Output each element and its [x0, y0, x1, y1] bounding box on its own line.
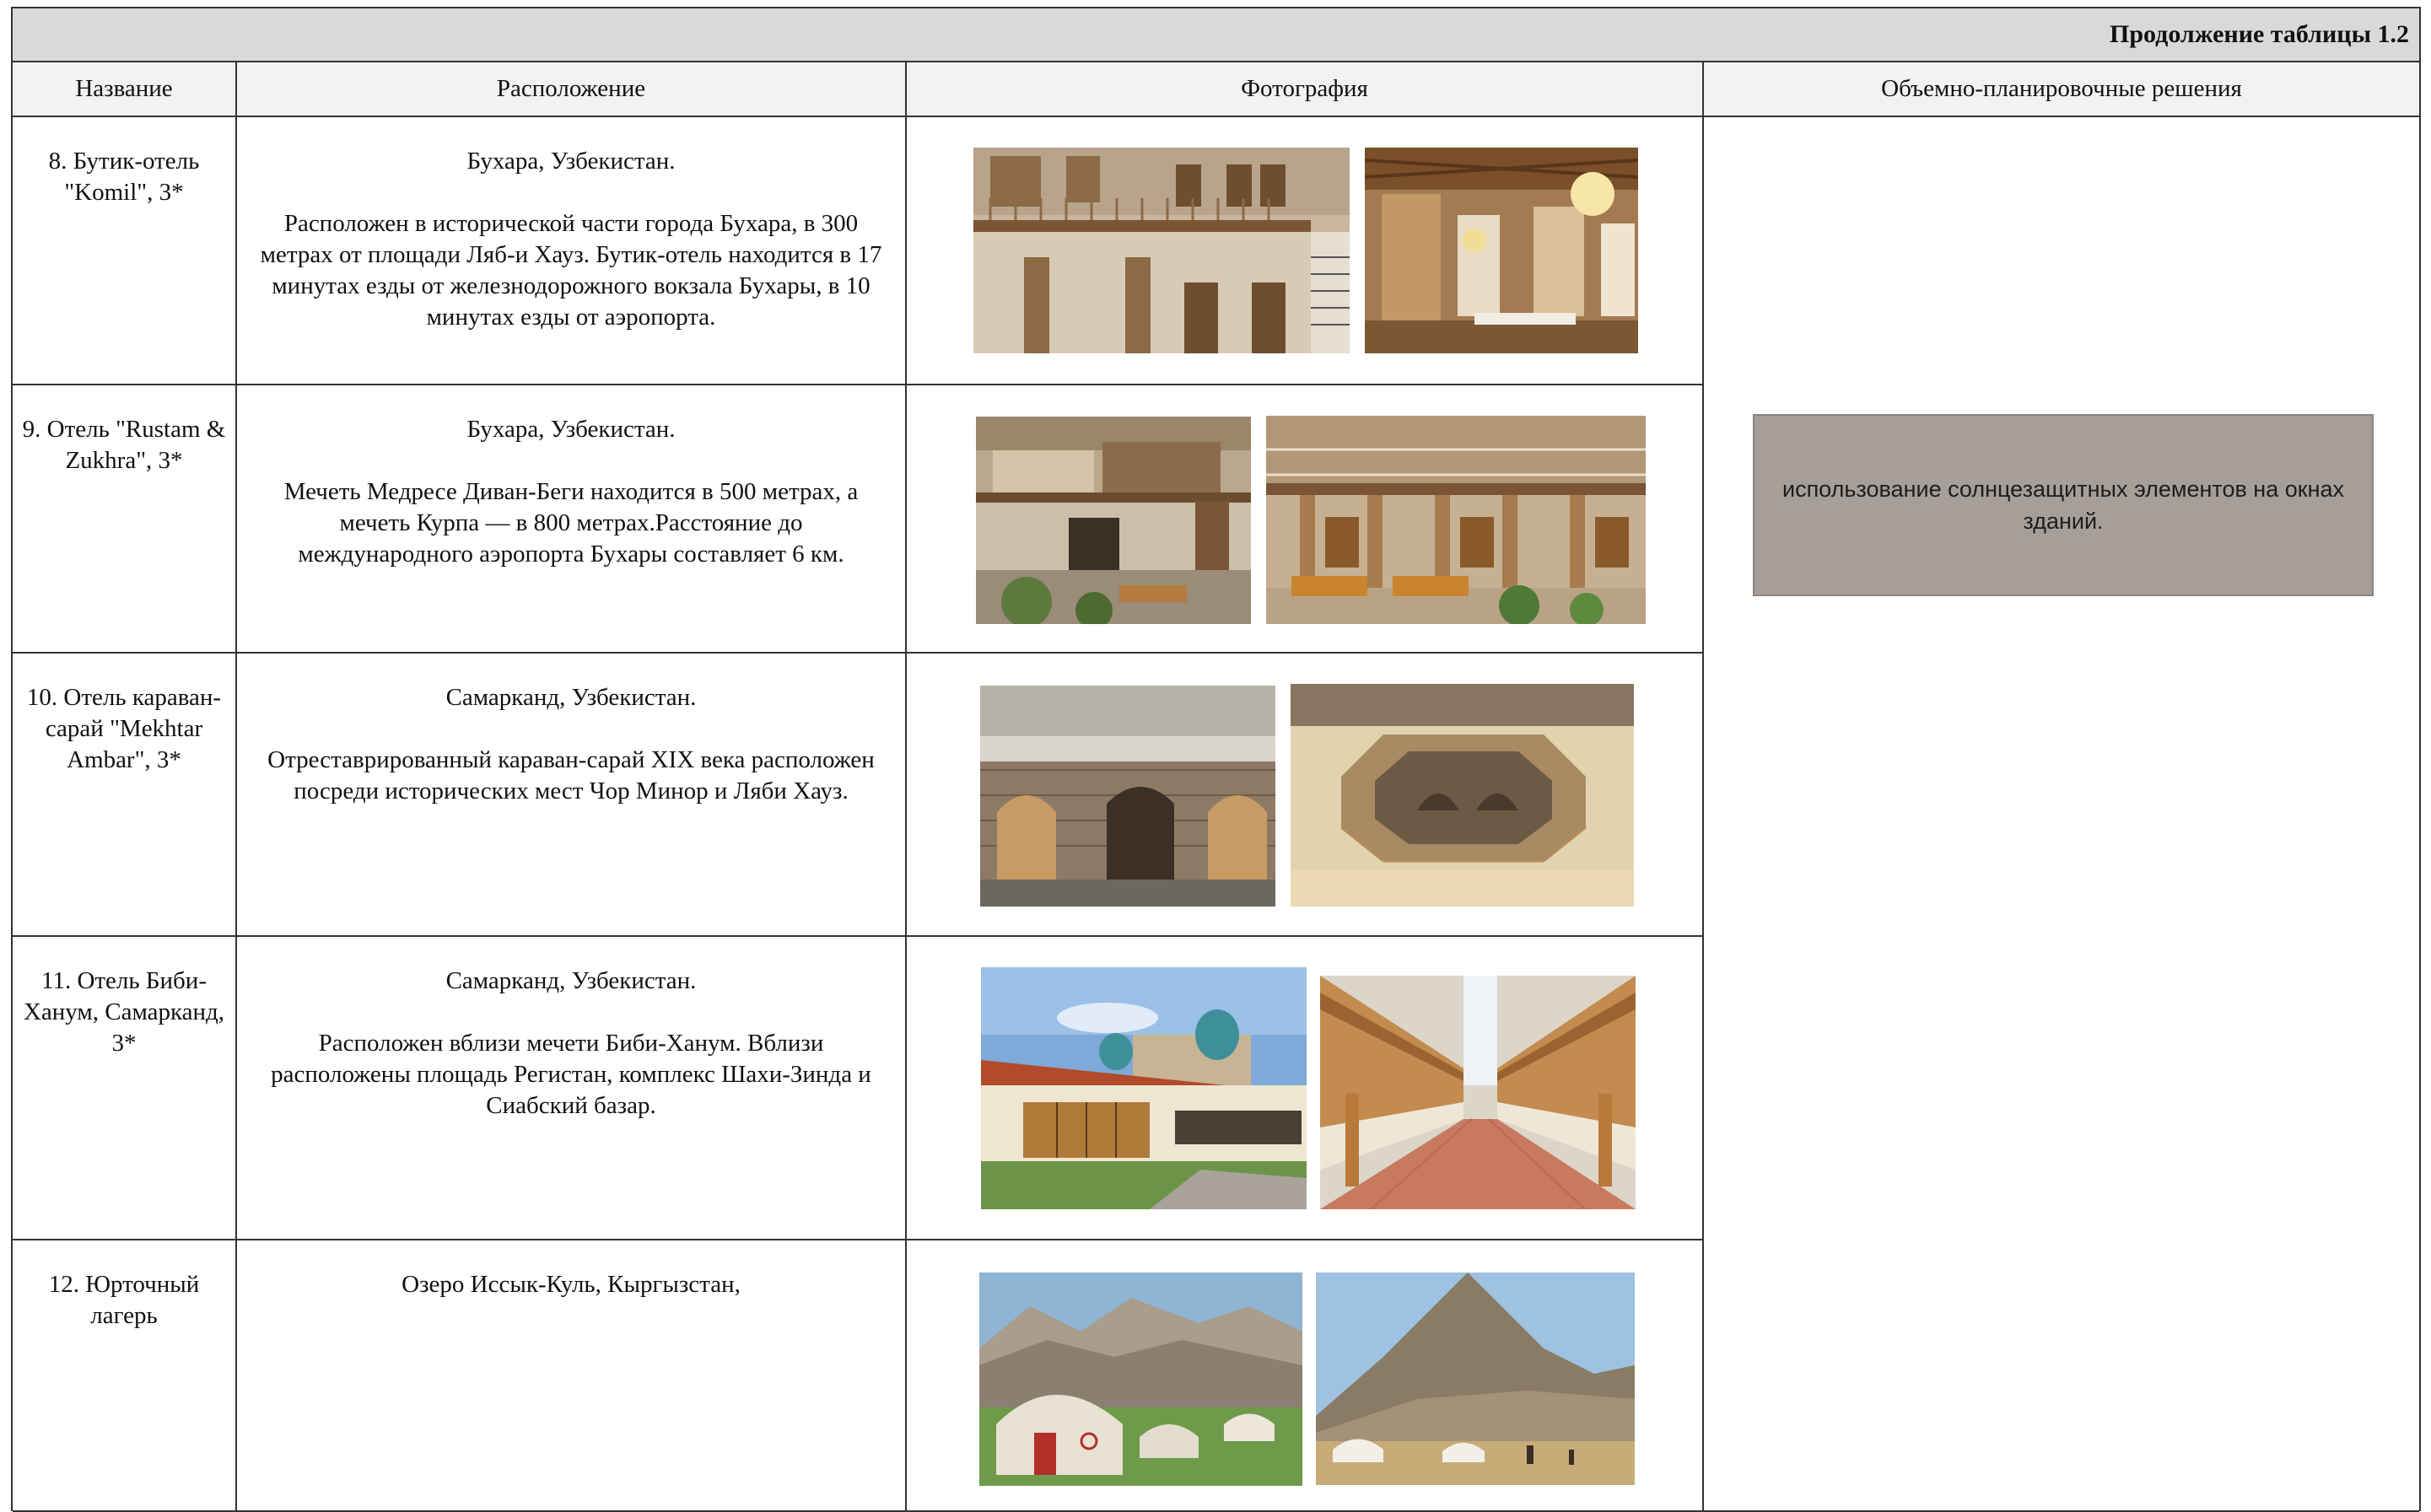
octagonal-courtyard-photo: [1291, 684, 1634, 907]
ornate-dining-hall-photo: [1365, 148, 1638, 353]
table-sheet: Продолжение таблицы 1.2 Название Располо…: [11, 7, 2421, 1512]
hotels-table: Название Расположение Фотография Объемно…: [13, 62, 2419, 1512]
hotel-name: 11. Отель Биби-Ханум, Самарканд, 3*: [13, 935, 237, 1240]
location-city: Бухара, Узбекистан.: [466, 148, 676, 175]
caption-text: Продолжение таблицы 1.2: [2109, 20, 2409, 48]
col-header-decisions: Объемно-планировочные решения: [1702, 62, 2419, 117]
location-description: Отреставрированный караван-сарай XIX век…: [267, 746, 875, 804]
gallery-courtyard-photo: [1320, 976, 1636, 1209]
photo-cell: [905, 652, 1703, 937]
location-description: Расположен вблизи мечети Биби-Ханум. Вбл…: [271, 1030, 871, 1119]
hotel-name: 9. Отель "Rustam & Zukhra", 3*: [13, 384, 237, 654]
photo-cell: [905, 384, 1703, 654]
yurts-rocks-photo: [979, 1273, 1302, 1486]
table-caption: Продолжение таблицы 1.2: [13, 8, 2419, 62]
courtyard-balconies-photo: [973, 148, 1350, 353]
table-row: 8. Бутик-отель "Komil", 3* Бухара, Узбек…: [13, 116, 2419, 1512]
courtyard-terrace-photo: [1266, 416, 1646, 624]
location-city: Озеро Иссык-Куль, Кыргызстан,: [402, 1271, 741, 1298]
courtyard-stairs-photo: [976, 417, 1251, 624]
photo-cell: [905, 935, 1703, 1240]
brick-courtyard-photo: [980, 686, 1275, 907]
location-description: Мечеть Медресе Диван-Беги находится в 50…: [283, 478, 859, 568]
hotel-location: Бухара, Узбекистан. Расположен в историч…: [235, 116, 907, 385]
yurts-mountain-photo: [1316, 1273, 1635, 1485]
photo-cell: [905, 1239, 1703, 1512]
decision-note-text: использование солнцезащитных элементов н…: [1781, 476, 2344, 534]
col-header-photo: Фотография: [905, 62, 1704, 117]
location-description: Расположен в исторической части города Б…: [260, 210, 882, 331]
decision-note-box: использование солнцезащитных элементов н…: [1753, 414, 2374, 596]
hotel-location: Озеро Иссык-Куль, Кыргызстан,: [235, 1239, 907, 1512]
hotel-name: 8. Бутик-отель "Komil", 3*: [13, 116, 237, 385]
hotel-name: 10. Отель караван-сарай "Mekhtar Ambar",…: [13, 652, 237, 937]
location-city: Бухара, Узбекистан.: [466, 416, 676, 443]
photo-cell: [905, 116, 1704, 385]
location-city: Самарканд, Узбекистан.: [445, 684, 697, 711]
hotel-facade-domes-photo: [981, 967, 1307, 1209]
location-city: Самарканд, Узбекистан.: [445, 967, 697, 994]
col-header-name: Название: [13, 62, 237, 117]
hotel-location: Бухара, Узбекистан. Мечеть Медресе Диван…: [235, 384, 907, 654]
col-header-location: Расположение: [235, 62, 907, 117]
decisions-cell: использование солнцезащитных элементов н…: [1702, 116, 2419, 1512]
hotel-name: 12. Юрточный лагерь: [13, 1239, 237, 1512]
hotel-location: Самарканд, Узбекистан. Отреставрированны…: [235, 652, 907, 937]
header-row: Название Расположение Фотография Объемно…: [13, 62, 2419, 117]
hotel-location: Самарканд, Узбекистан. Расположен вблизи…: [235, 935, 907, 1240]
